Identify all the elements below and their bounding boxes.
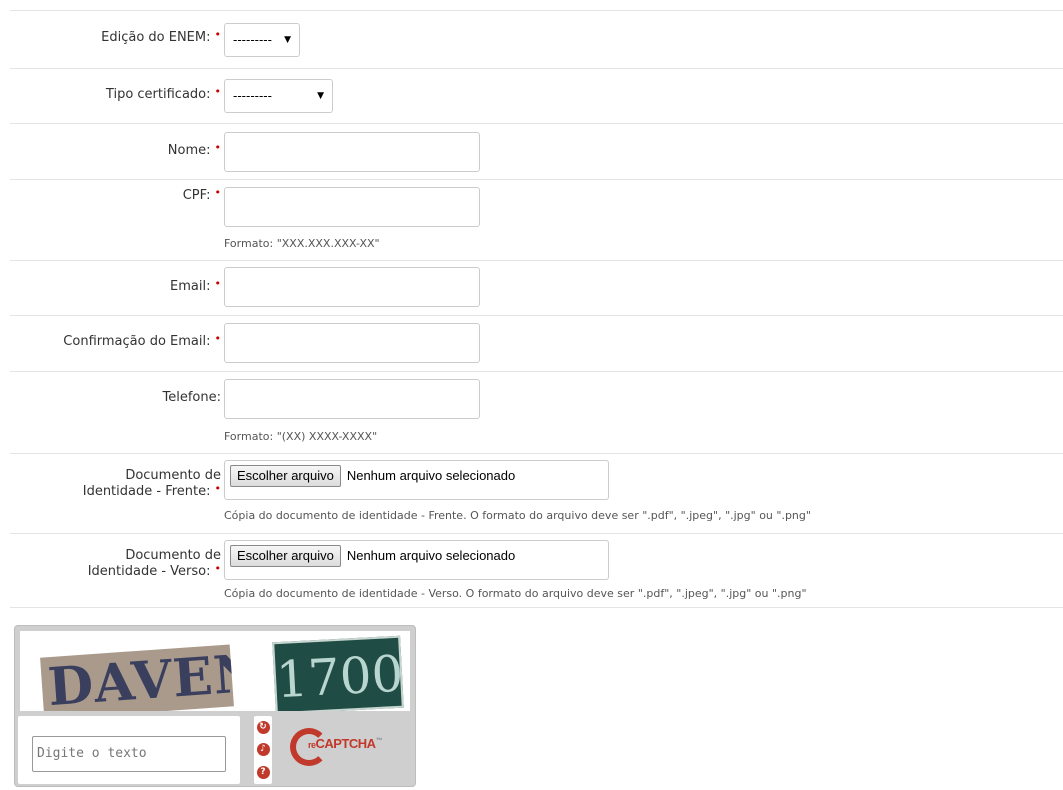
email-confirm-label: Confirmação do Email: [63, 334, 211, 349]
email-label: Email: [170, 279, 211, 294]
email-confirm-input[interactable] [224, 323, 480, 363]
captcha-image: DAVEN 1700 [20, 631, 410, 711]
doc-front-file-input[interactable]: Escolher arquivo Nenhum arquivo selecion… [224, 460, 609, 500]
captcha-word-2: 1700 [272, 635, 405, 711]
row-cpf: CPF: • Formato: "XXX.XXX.XXX-XX" [10, 179, 1063, 260]
doc-back-choose-button[interactable]: Escolher arquivo [230, 545, 341, 567]
row-cert-type: Tipo certificado: • --------- ▼ [10, 68, 1063, 123]
row-phone: Telefone: Formato: "(XX) XXXX-XXXX" [10, 371, 1063, 453]
row-doc-front: Documento de Identidade - Frente: • Escol… [10, 453, 1063, 533]
edition-select[interactable]: --------- ▼ [224, 23, 300, 57]
certificate-form: Edição do ENEM: • --------- ▼ Tipo certif… [10, 10, 1063, 608]
row-email-confirm: Confirmação do Email: • [10, 315, 1063, 371]
name-input[interactable] [224, 132, 480, 172]
chevron-down-icon: ▼ [317, 91, 324, 101]
doc-back-label-line1: Documento de [125, 548, 221, 563]
doc-back-file-input[interactable]: Escolher arquivo Nenhum arquivo selecion… [224, 540, 609, 580]
edition-label: Edição do ENEM: [101, 30, 211, 45]
phone-help: Formato: "(XX) XXXX-XXXX" [224, 430, 378, 443]
help-icon[interactable]: ? [256, 766, 270, 780]
phone-input[interactable] [224, 379, 480, 419]
captcha-word-1: DAVEN [40, 644, 234, 711]
audio-icon[interactable]: ♪ [256, 743, 270, 757]
cert-type-label: Tipo certificado: [105, 87, 211, 102]
cert-type-select[interactable]: --------- ▼ [224, 79, 333, 113]
captcha-input[interactable]: Digite o texto [32, 736, 226, 772]
doc-front-label-line1: Documento de [125, 468, 221, 483]
edition-select-value: --------- [233, 33, 272, 47]
required-mark: • [214, 482, 222, 495]
logo-text: CAPTCHA [315, 736, 377, 751]
required-mark: • [214, 186, 222, 199]
chevron-down-icon: ▼ [284, 35, 291, 45]
required-mark: • [214, 28, 222, 41]
phone-label: Telefone: [162, 390, 222, 405]
row-email: Email: • [10, 260, 1063, 315]
row-name: Nome: • [10, 123, 1063, 179]
required-mark: • [214, 332, 222, 345]
cpf-label: CPF: [182, 188, 211, 203]
row-edition: Edição do ENEM: • --------- ▼ [10, 10, 1063, 68]
required-mark: • [214, 562, 222, 575]
doc-front-file-status: Nenhum arquivo selecionado [346, 468, 516, 483]
doc-back-file-status: Nenhum arquivo selecionado [346, 548, 516, 563]
doc-back-help: Cópia do documento de identidade - Verso… [224, 587, 807, 600]
recaptcha-logo: reCAPTCHA™ [286, 722, 398, 778]
cert-type-select-value: --------- [233, 89, 272, 103]
required-mark: • [214, 141, 222, 154]
cpf-help: Formato: "XXX.XXX.XXX-XX" [224, 237, 380, 250]
logo-tm: ™ [375, 737, 383, 745]
doc-front-label-line2: Identidade - Frente: [82, 484, 211, 499]
logo-prefix: re [308, 740, 316, 750]
doc-front-choose-button[interactable]: Escolher arquivo [230, 465, 341, 487]
doc-back-label-line2: Identidade - Verso: [87, 564, 211, 579]
cpf-input[interactable] [224, 187, 480, 227]
doc-front-help: Cópia do documento de identidade - Frent… [224, 509, 811, 522]
email-input[interactable] [224, 267, 480, 307]
required-mark: • [214, 277, 222, 290]
name-label: Nome: [167, 143, 211, 158]
required-mark: • [214, 85, 222, 98]
recaptcha-widget: DAVEN 1700 Digite o texto ↻ ♪ ? reCAPTCH… [14, 625, 416, 787]
row-doc-back: Documento de Identidade - Verso: • Escolh… [10, 533, 1063, 608]
captcha-controls: ↻ ♪ ? [254, 716, 272, 784]
refresh-icon[interactable]: ↻ [256, 720, 270, 734]
